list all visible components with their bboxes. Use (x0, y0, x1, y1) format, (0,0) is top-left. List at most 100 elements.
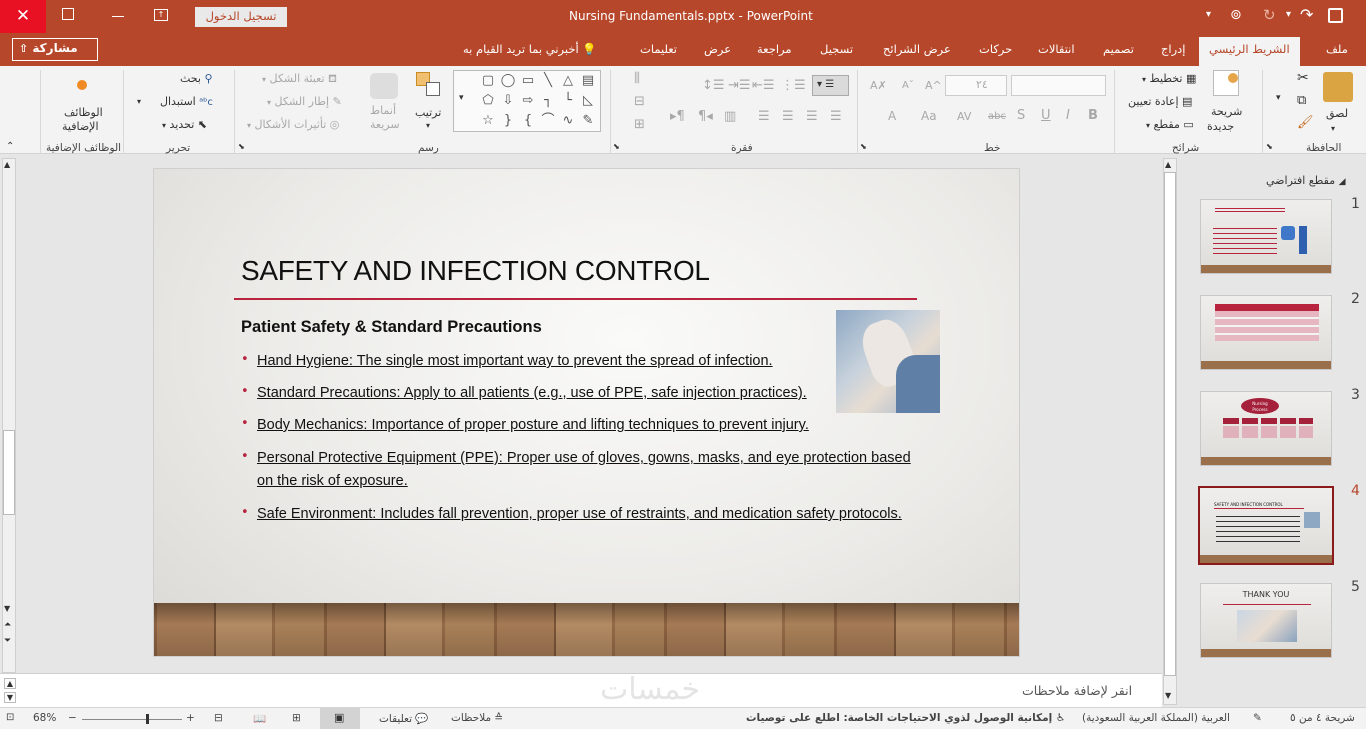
format-painter-icon[interactable]: 🖌 (1297, 115, 1314, 130)
underline-button[interactable]: U (1041, 108, 1051, 123)
reading-view-icon[interactable]: 📖 (253, 712, 266, 725)
tab-help[interactable]: تعليمات (640, 42, 677, 56)
slide-thumbnail-5[interactable]: THANK YOU (1200, 583, 1332, 658)
star-shape-icon[interactable]: ☆ (480, 113, 496, 129)
clipboard-more-icon[interactable]: ▾ (1276, 93, 1281, 103)
next-slide-icon[interactable]: ⏷ (4, 636, 11, 646)
line-spacing-icon[interactable]: ↕☰ (702, 78, 725, 93)
tab-animations[interactable]: حركات (979, 42, 1012, 56)
smartart-icon[interactable]: ⊞ (634, 117, 645, 132)
replace-dropdown-icon[interactable]: ▾ (137, 97, 141, 106)
vertical-scrollbar[interactable] (2, 158, 16, 673)
connector-shape-icon[interactable]: ┐ (540, 93, 556, 109)
slide-title[interactable]: SAFETY AND INFECTION CONTROL (241, 255, 710, 287)
layout-button[interactable]: ▾ تخطيط ▦ (1142, 72, 1196, 85)
close-button[interactable]: ✕ (0, 0, 46, 33)
notes-pane[interactable]: انقر لإضافة ملاحظات خمسات ▲ ▼ (0, 672, 1162, 707)
section-header[interactable]: مقطع افتراضي ◢ (1266, 174, 1346, 187)
scroll-thumb[interactable] (3, 430, 15, 515)
tab-slideshow[interactable]: عرض الشرائح (883, 42, 951, 56)
slide-canvas[interactable]: SAFETY AND INFECTION CONTROL Patient Saf… (153, 168, 1020, 657)
decrease-indent-icon[interactable]: ⇤☰ (752, 78, 775, 93)
align-left-icon[interactable]: ☰ (782, 109, 794, 124)
slide-subtitle[interactable]: Patient Safety & Standard Precautions (241, 318, 542, 337)
shape-fill-button[interactable]: ▾ تعبئة الشكل ⛾ (262, 72, 337, 87)
editor-scroll-down-icon[interactable]: ▼ (1165, 691, 1171, 700)
notes-button[interactable]: ملاحظات ≙ (451, 712, 503, 724)
oval-shape-icon[interactable]: ◯ (500, 73, 516, 89)
ribbon-display-icon[interactable]: ↑ (154, 9, 168, 21)
previous-slide-icon[interactable]: ⏶ (4, 620, 11, 630)
paste-icon[interactable] (1323, 72, 1353, 102)
curve-shape-icon[interactable]: ∿ (560, 113, 576, 129)
zoom-slider-thumb[interactable] (146, 714, 149, 724)
new-slide-label-2[interactable]: جديدة (1207, 120, 1234, 133)
zoom-out-icon[interactable]: − (68, 712, 77, 724)
presenter-icon[interactable]: ⊚ (1230, 7, 1242, 23)
tab-insert[interactable]: إدراج (1161, 42, 1186, 56)
undo-dropdown-icon[interactable]: ▾ (1286, 9, 1291, 20)
triangle-shape-icon[interactable]: △ (560, 73, 576, 89)
font-name-box[interactable] (1011, 75, 1106, 96)
collapse-ribbon-icon[interactable]: ⌃ (6, 141, 14, 152)
comments-button[interactable]: تعليقات 💬 (379, 712, 428, 725)
replace-button[interactable]: استبدال ᵃᵇc (160, 95, 213, 108)
share-button[interactable]: ⇧ مشاركة (12, 38, 98, 61)
zoom-slider[interactable] (82, 719, 182, 720)
addins-icon[interactable] (77, 80, 87, 90)
align-text-icon[interactable]: ⊟ (634, 94, 645, 109)
bullet-item[interactable]: Body Mechanics: Importance of proper pos… (257, 414, 922, 437)
slide-thumbnail-1[interactable] (1200, 199, 1332, 274)
italic-button[interactable]: I (1066, 108, 1070, 123)
brace-left-shape-icon[interactable]: } (500, 113, 516, 129)
font-launcher-icon[interactable]: ⬊ (860, 142, 867, 151)
bullet-item[interactable]: Safe Environment: Includes fall preventi… (257, 503, 922, 526)
quick-styles-icon[interactable] (370, 73, 398, 99)
save-icon[interactable] (1328, 8, 1343, 23)
freeform-shape-icon[interactable]: ✎ (580, 113, 596, 129)
ltr-icon[interactable]: ▸¶ (670, 109, 685, 124)
copy-icon[interactable]: ⧉ (1297, 93, 1306, 108)
rtl-icon[interactable]: ¶◂ (698, 109, 713, 124)
shape-effects-button[interactable]: ▾ تأثيرات الأشكال ◎ (247, 118, 339, 131)
arc-shape-icon[interactable]: ⌒ (540, 113, 556, 129)
paste-button-label[interactable]: لصق (1326, 107, 1348, 120)
columns-icon[interactable]: ▥ (724, 109, 736, 124)
textbox-shape-icon[interactable]: ▤ (580, 73, 596, 89)
reset-button[interactable]: إعادة تعيين ▤ (1128, 95, 1192, 108)
shadow-icon[interactable]: S (1017, 108, 1025, 123)
font-color-button[interactable]: A (888, 109, 896, 123)
new-slide-label-1[interactable]: شريحة (1211, 105, 1242, 118)
minimize-icon[interactable] (112, 16, 124, 17)
rectangle-shape-icon[interactable]: ▭ (520, 73, 536, 89)
numbering-icon[interactable]: ⋮☰ (781, 78, 806, 93)
font-size-box[interactable]: ٢٤ (945, 75, 1007, 96)
scroll-up-icon[interactable]: ▲ (4, 160, 10, 169)
drawing-launcher-icon[interactable]: ⬊ (238, 142, 245, 151)
tab-home[interactable]: الشريط الرئيسي (1199, 37, 1300, 66)
customize-qat-icon[interactable]: ▾ (1206, 9, 1211, 20)
slideshow-view-icon[interactable]: ⊟ (214, 712, 223, 724)
text-direction-icon[interactable]: ⫼ (634, 71, 640, 86)
find-button[interactable]: بحث ⚲ (180, 72, 213, 85)
bold-button[interactable]: B (1088, 108, 1098, 123)
line-shape-icon[interactable]: ╲ (540, 73, 556, 89)
fit-slide-icon[interactable]: ⊡ (6, 712, 14, 723)
tell-me-search[interactable]: أخبرني بما تريد القيام به 💡 (463, 42, 597, 56)
notes-scroll-down-icon[interactable]: ▼ (4, 692, 16, 703)
bullet-item[interactable]: Hand Hygiene: The single most important … (257, 350, 922, 373)
redo-icon[interactable]: ↻ (1263, 6, 1276, 24)
cut-icon[interactable]: ✂ (1297, 70, 1309, 86)
clear-format-icon[interactable]: A✗ (870, 79, 887, 92)
tab-view[interactable]: عرض (704, 42, 731, 56)
slide-thumbnail-4-selected[interactable]: SAFETY AND INFECTION CONTROL (1198, 486, 1334, 565)
change-case-button[interactable]: Aa (921, 109, 937, 123)
bullets-dropdown[interactable]: ▾ ☰ (812, 75, 849, 96)
zoom-in-icon[interactable]: + (186, 712, 195, 724)
section-button[interactable]: ▾ مقطع ▭ (1146, 118, 1194, 131)
accessibility-status[interactable]: إمكانية الوصول لذوي الاحتياجات الخاصة: ا… (746, 712, 1065, 724)
shrink-font-icon[interactable]: Aˇ (902, 80, 914, 91)
normal-view-button[interactable]: ▣ (320, 708, 360, 729)
quick-styles-label-1[interactable]: أنماط (370, 104, 396, 117)
arrow-shape-icon[interactable]: ⇨ (520, 93, 536, 109)
